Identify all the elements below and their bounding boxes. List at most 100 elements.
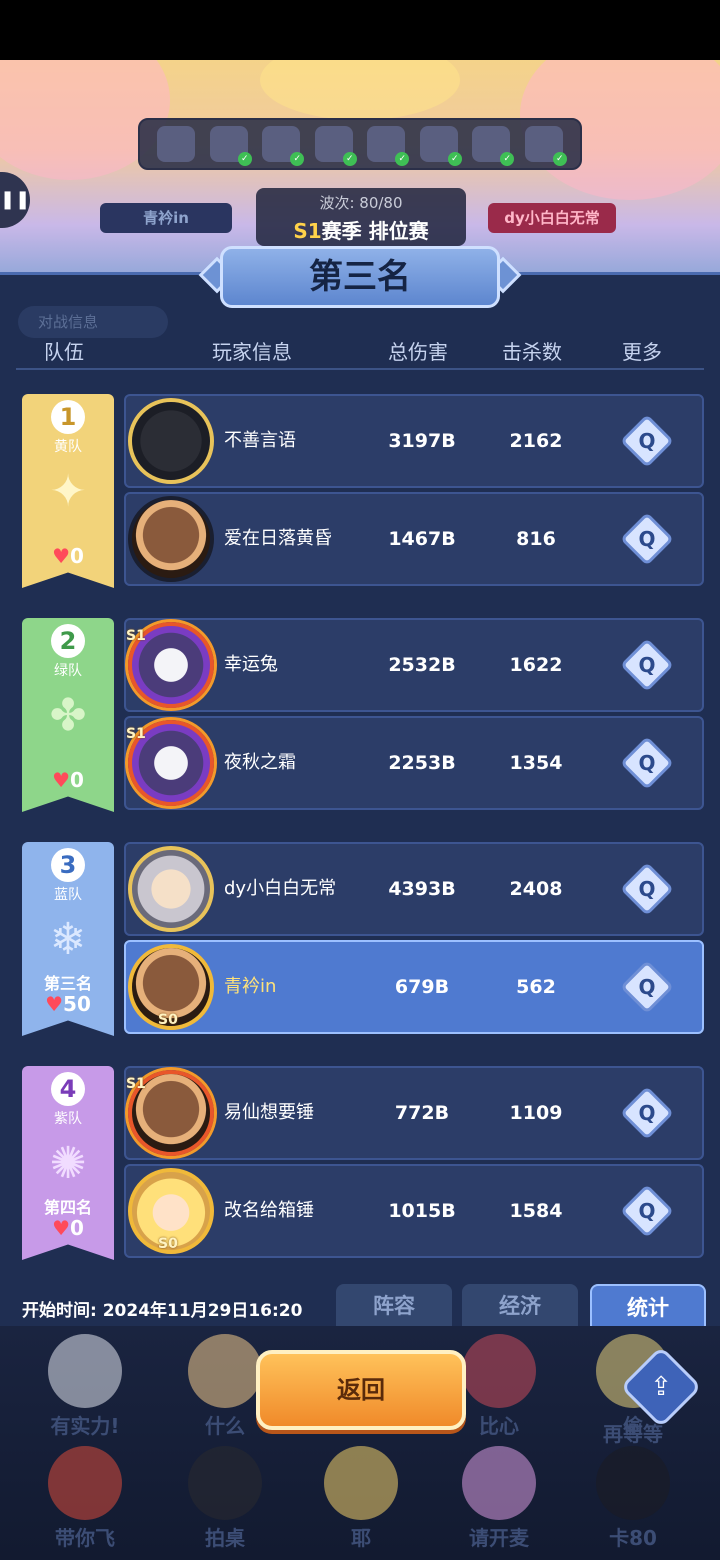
emote-item[interactable]: 有实力!: [30, 1334, 140, 1439]
emote-item[interactable]: 带你飞: [30, 1446, 140, 1551]
player-name: 改名给箱锤: [224, 1200, 314, 1221]
right-player-name: dy小白白无常: [488, 203, 616, 233]
player-detail-button[interactable]: Q: [620, 414, 674, 468]
player-damage: 4393B: [388, 878, 456, 900]
emote-label: 带你飞: [55, 1526, 115, 1550]
player-row[interactable]: S1 夜秋之霜 2253B 1354 Q: [124, 716, 704, 810]
team-hearts: ♥0: [22, 768, 114, 792]
team-number: 1: [51, 400, 85, 434]
emote-item[interactable]: 再等等: [578, 1416, 688, 1447]
emote-item[interactable]: 请开麦: [444, 1446, 554, 1551]
season-label: S1: [293, 219, 322, 243]
emote-label: 有实力!: [50, 1414, 120, 1438]
season-title: S1赛季 排位赛: [256, 215, 466, 244]
magnifier-icon: Q: [638, 653, 656, 677]
team-heart-count: 50: [63, 992, 91, 1016]
angel-avatar-icon: [128, 846, 214, 932]
team-heart-count: 0: [70, 1216, 84, 1240]
player-name: 易仙想要锤: [224, 1102, 314, 1123]
snowflake-emblem-icon: ❄: [49, 914, 87, 965]
season-mode: 赛季 排位赛: [321, 219, 429, 243]
player-row[interactable]: S0 改名给箱锤 1015B 1584 Q: [124, 1164, 704, 1258]
magnifier-icon: Q: [638, 429, 656, 453]
clover-emblem-icon: ✤: [49, 690, 87, 741]
team-badge-purple: 4 紫队 ✺ 第四名 ♥0: [22, 1066, 114, 1260]
season-tag: S1: [126, 1076, 146, 1092]
player-detail-button[interactable]: Q: [620, 736, 674, 790]
tower-icon: ✓: [419, 126, 462, 166]
tower-icon-strip: ✓ ✓ ✓ ✓ ✓ ✓ ✓: [138, 118, 582, 170]
team-number: 3: [51, 848, 85, 882]
wave-counter: 波次: 80/80: [319, 194, 403, 212]
team-hearts: ♥50: [22, 992, 114, 1016]
heart-icon: ♥: [52, 768, 70, 792]
player-row[interactable]: 不善言语 3197B 2162 Q: [124, 394, 704, 488]
emote-face-icon: [596, 1446, 670, 1520]
player-row[interactable]: S1 幸运兔 2532B 1622 Q: [124, 618, 704, 712]
player-name: 青衿in: [224, 976, 277, 997]
pause-button[interactable]: ❚❚: [0, 172, 30, 228]
player-kills: 1622: [509, 654, 563, 676]
team-hearts: ♥0: [22, 544, 114, 568]
player-kills: 562: [516, 976, 556, 998]
tab-lineup[interactable]: 阵容: [336, 1284, 452, 1328]
tab-economy[interactable]: 经济: [462, 1284, 578, 1328]
status-bar: [0, 0, 720, 60]
emote-face-icon: [48, 1446, 122, 1520]
emote-item[interactable]: 耶: [306, 1446, 416, 1551]
start-time: 开始时间: 2024年11月29日16:20: [22, 1301, 303, 1321]
player-row[interactable]: S1 易仙想要锤 772B 1109 Q: [124, 1066, 704, 1160]
player-row[interactable]: dy小白白无常 4393B 2408 Q: [124, 842, 704, 936]
player-damage: 1015B: [388, 1200, 456, 1222]
player-detail-button[interactable]: Q: [620, 638, 674, 692]
player-kills: 2162: [509, 430, 563, 452]
emote-item[interactable]: 卡80: [578, 1446, 688, 1551]
team-heart-count: 0: [70, 544, 84, 568]
player-kills: 2408: [509, 878, 563, 900]
emote-face-icon: [462, 1334, 536, 1408]
tower-icon: ✓: [209, 126, 252, 166]
team-rank: [22, 746, 114, 766]
player-row[interactable]: 爱在日落黄昏 1467B 816 Q: [124, 492, 704, 586]
tower-icon: ✓: [262, 126, 305, 166]
header-divider: [16, 368, 704, 370]
emote-item[interactable]: 拍桌: [170, 1446, 280, 1551]
back-button[interactable]: 返回: [256, 1350, 466, 1430]
player-name: 不善言语: [224, 430, 296, 451]
swirl-emblem-icon: ✺: [49, 1138, 87, 1189]
player-detail-button[interactable]: Q: [620, 1184, 674, 1238]
magnifier-icon: Q: [638, 751, 656, 775]
player-detail-button[interactable]: Q: [620, 512, 674, 566]
player-kills: 1354: [509, 752, 563, 774]
player-row-self[interactable]: S0 青衿in 679B 562 Q: [124, 940, 704, 1034]
team-rank: 第三名: [43, 974, 92, 993]
emote-label: 再等等: [603, 1422, 663, 1446]
tower-icon: ✓: [524, 126, 567, 166]
emote-label: 卡80: [609, 1526, 657, 1550]
player-detail-button[interactable]: Q: [620, 862, 674, 916]
header-kills: 击杀数: [502, 340, 562, 364]
emote-face-icon: [462, 1446, 536, 1520]
header-more: 更多: [622, 340, 662, 364]
header-damage: 总伤害: [388, 340, 448, 364]
season-tag: S0: [158, 1236, 178, 1252]
player-detail-button[interactable]: Q: [620, 1086, 674, 1140]
tab-statistics[interactable]: 统计: [590, 1284, 706, 1328]
header-team: 队伍: [44, 340, 84, 364]
emote-label: 耶: [351, 1526, 371, 1550]
rank-title-banner: 第三名: [220, 246, 500, 308]
magnifier-icon: Q: [638, 877, 656, 901]
emote-face-icon: [188, 1334, 262, 1408]
player-damage: 2532B: [388, 654, 456, 676]
player-kills: 1109: [509, 1102, 563, 1124]
player-name: dy小白白无常: [224, 878, 337, 899]
player-detail-button[interactable]: Q: [620, 960, 674, 1014]
season-tag: S0: [158, 1012, 178, 1028]
share-icon: ⇪: [650, 1372, 672, 1402]
team-name: 蓝队: [54, 887, 82, 903]
team-hearts: ♥0: [22, 1216, 114, 1240]
player-damage: 3197B: [388, 430, 456, 452]
battle-info-tab[interactable]: 对战信息: [18, 306, 168, 338]
team-heart-count: 0: [70, 768, 84, 792]
sword-icon: [157, 126, 196, 162]
